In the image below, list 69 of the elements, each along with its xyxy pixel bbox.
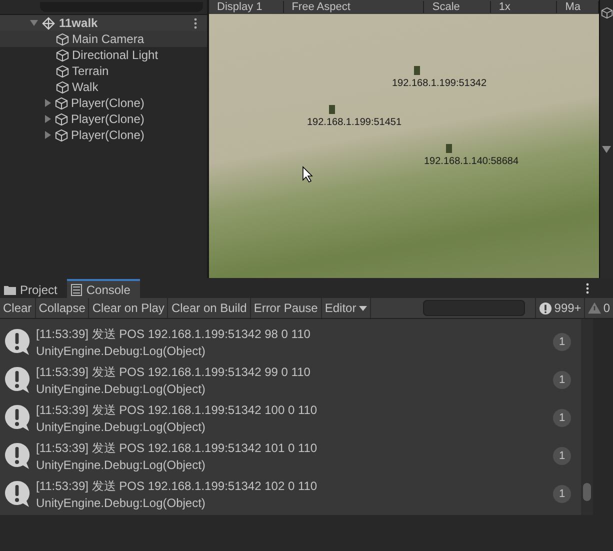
log-entry[interactable]: [11:53:39] 发送 POS 192.168.1.199:51342 101 0 110 UnityEngine.Debug:Log(Object) 1 <box>0 437 581 475</box>
stack-trace: UnityEngine.Debug:Log(Object) <box>36 382 206 396</box>
panel-tab[interactable]: Project <box>0 279 68 298</box>
hierarchy-item[interactable]: Terrain <box>0 63 207 79</box>
toolbar-item[interactable]: Free Aspect <box>284 1 424 13</box>
hierarchy-item[interactable]: Player(Clone) <box>0 95 207 111</box>
log-entry[interactable]: [11:53:39] 发送 POS 192.168.1.199:51342 102 0 110 UnityEngine.Debug:Log(Object) 1 <box>0 475 581 513</box>
player-marker <box>446 144 452 153</box>
log-message: [11:53:39] 发送 POS 192.168.1.199:51342 100 0 110 <box>36 402 318 419</box>
stack-trace: UnityEngine.Debug:Log(Object) <box>36 458 206 472</box>
cube-icon <box>55 96 68 110</box>
more-options-icon[interactable] <box>586 283 589 294</box>
warning-count[interactable]: 0 <box>603 301 610 315</box>
player-marker <box>414 66 420 75</box>
hierarchy-item[interactable]: Player(Clone) <box>0 111 207 127</box>
dropdown-arrow-icon[interactable] <box>602 146 611 153</box>
cube-icon <box>56 48 69 62</box>
exclamation-bubble-icon <box>4 328 30 356</box>
expand-arrow-icon[interactable] <box>30 19 38 27</box>
toolbar-item[interactable]: Display 1 <box>209 1 284 13</box>
panel-tab[interactable]: Console <box>67 279 140 298</box>
player-label: 192.168.1.199:51451 <box>307 117 402 128</box>
log-entry[interactable]: [11:53:39] 发送 POS 192.168.1.199:51342 98 0 110 UnityEngine.Debug:Log(Object) 1 <box>0 323 581 361</box>
hierarchy-item[interactable]: Directional Light <box>0 47 207 63</box>
exclamation-bubble-icon <box>4 404 30 432</box>
mouse-cursor-icon <box>302 166 313 183</box>
warning-icon <box>588 302 602 314</box>
more-options-icon[interactable] <box>194 18 197 28</box>
error-icon <box>539 302 552 314</box>
exclamation-bubble-icon <box>4 366 30 394</box>
log-message: [11:53:39] 发送 POS 192.168.1.199:51342 101 0 110 <box>36 440 318 457</box>
search-field[interactable] <box>423 300 526 316</box>
count-badge: 1 <box>553 447 571 465</box>
cube-icon <box>55 112 68 126</box>
cube-icon <box>56 32 69 46</box>
count-badge: 1 <box>553 485 571 503</box>
stack-trace: UnityEngine.Debug:Log(Object) <box>36 420 206 434</box>
cube-icon[interactable] <box>600 6 612 20</box>
player-label: 192.168.1.140:58684 <box>424 156 519 167</box>
stack-trace: UnityEngine.Debug:Log(Object) <box>36 344 206 358</box>
stack-trace: UnityEngine.Debug:Log(Object) <box>36 496 206 510</box>
exclamation-bubble-icon <box>4 442 30 470</box>
scene-row[interactable]: 11walk <box>0 15 207 31</box>
hierarchy-item[interactable]: Main Camera <box>0 31 207 47</box>
count-badge: 1 <box>553 371 571 389</box>
log-message: [11:53:39] 发送 POS 192.168.1.199:51342 99 0 110 <box>36 364 312 381</box>
toolbar-item[interactable]: 1x <box>490 1 558 13</box>
scrollbar[interactable] <box>581 319 593 515</box>
exclamation-bubble-icon <box>4 480 30 508</box>
count-badge: 1 <box>553 409 571 427</box>
hierarchy-item[interactable]: Player(Clone) <box>0 127 207 143</box>
cube-icon <box>56 80 69 94</box>
log-message: [11:53:39] 发送 POS 192.168.1.199:51342 98 0 110 <box>36 326 312 343</box>
log-message: [11:53:39] 发送 POS 192.168.1.199:51342 102 0 110 <box>36 478 318 495</box>
cube-icon <box>55 128 68 142</box>
log-entry[interactable]: [11:53:39] 发送 POS 192.168.1.199:51342 100 0 110 UnityEngine.Debug:Log(Object) 1 <box>0 399 581 437</box>
player-marker <box>329 105 335 114</box>
caret-icon <box>359 306 368 310</box>
folder-icon <box>4 284 16 294</box>
player-label: 192.168.1.199:51342 <box>392 78 487 89</box>
toolbar-item[interactable]: Scale <box>424 1 491 13</box>
hierarchy-item[interactable]: Walk <box>0 79 207 95</box>
log-entry[interactable]: [11:53:39] 发送 POS 192.168.1.199:51342 99 0 110 UnityEngine.Debug:Log(Object) 1 <box>0 361 581 399</box>
count-badge: 1 <box>553 333 571 351</box>
cube-icon <box>56 64 69 78</box>
console-list-icon <box>71 284 82 296</box>
scene-name: 11walk <box>59 16 98 30</box>
error-count[interactable]: 999+ <box>554 301 582 315</box>
unity-logo-icon <box>42 16 55 30</box>
